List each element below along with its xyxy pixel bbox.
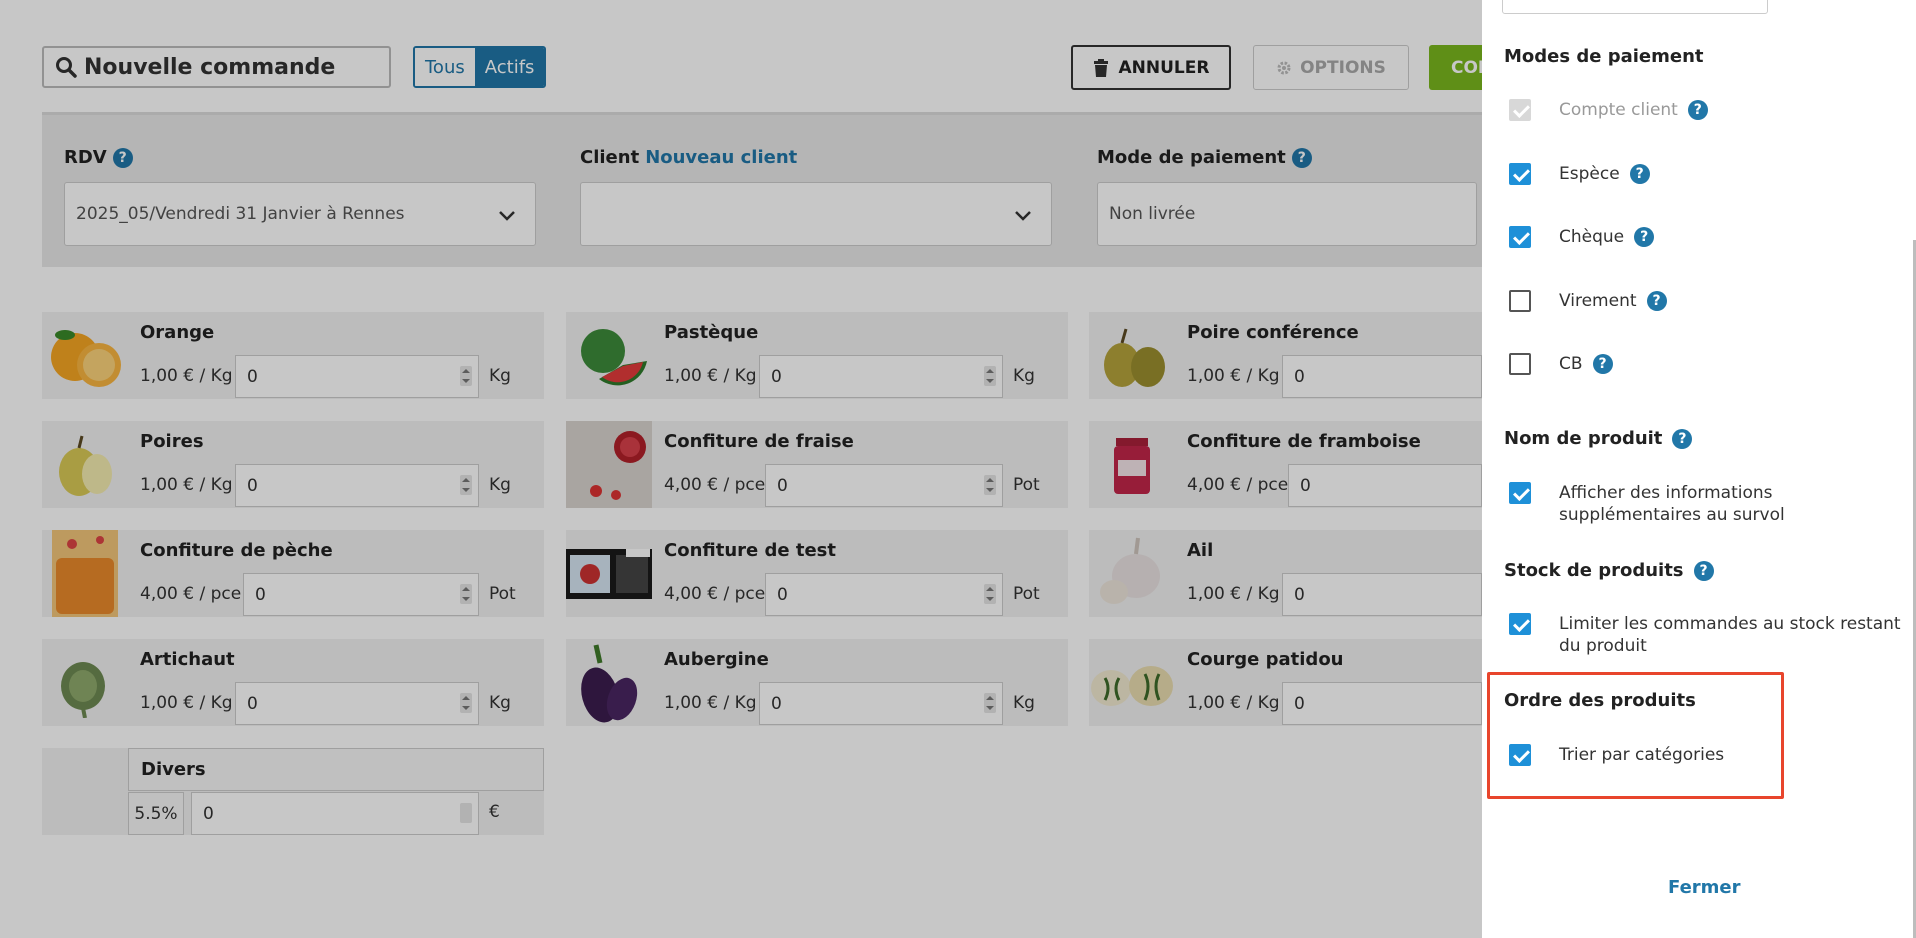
checkbox-cheque[interactable] [1509,226,1531,248]
stock-title: Stock de produits [1504,560,1684,581]
checkbox-virement[interactable] [1509,290,1531,312]
product-name-heading: Nom de produit? [1504,428,1693,449]
payment-modes-title: Modes de paiement [1504,46,1704,67]
checkbox-hover-info[interactable] [1509,482,1531,504]
option-label: Limiter les commandes au stock restant d… [1559,614,1901,656]
checkbox-limit-stock[interactable] [1509,613,1531,635]
help-icon[interactable]: ? [1629,164,1650,184]
product-name-option[interactable]: Afficher des informations supplémentaire… [1509,482,1916,526]
checkbox-cb[interactable] [1509,353,1531,375]
stock-option[interactable]: Limiter les commandes au stock restant d… [1509,613,1916,657]
option-label: Virement [1559,291,1637,311]
highlight-box [1487,672,1784,799]
option-label: Compte client [1559,100,1678,120]
option-label: CB [1559,354,1583,374]
close-panel-button[interactable]: Fermer [1668,877,1741,898]
payment-mode-option[interactable]: Chèque? [1509,226,1655,248]
stock-heading: Stock de produits? [1504,560,1714,581]
panel-top-field[interactable] [1502,0,1768,14]
payment-mode-option[interactable]: Espèce? [1509,163,1650,185]
help-icon[interactable]: ? [1592,354,1613,374]
help-icon[interactable]: ? [1634,227,1655,247]
option-label: Chèque [1559,227,1625,247]
help-icon[interactable]: ? [1646,291,1667,311]
help-icon[interactable]: ? [1687,100,1708,120]
payment-mode-option[interactable]: Compte client? [1509,99,1708,121]
option-label: Afficher des informations supplémentaire… [1559,483,1785,525]
payment-modes-heading: Modes de paiement [1504,46,1704,67]
payment-mode-option[interactable]: CB? [1509,353,1613,375]
help-icon[interactable]: ? [1693,560,1714,581]
help-icon[interactable]: ? [1672,428,1693,449]
checkbox-compte-client[interactable] [1509,99,1531,121]
checkbox-espece[interactable] [1509,163,1531,185]
payment-mode-option[interactable]: Virement? [1509,290,1667,312]
product-name-title: Nom de produit [1504,428,1663,449]
option-label: Espèce [1559,164,1620,184]
modal-overlay[interactable] [0,0,1482,938]
